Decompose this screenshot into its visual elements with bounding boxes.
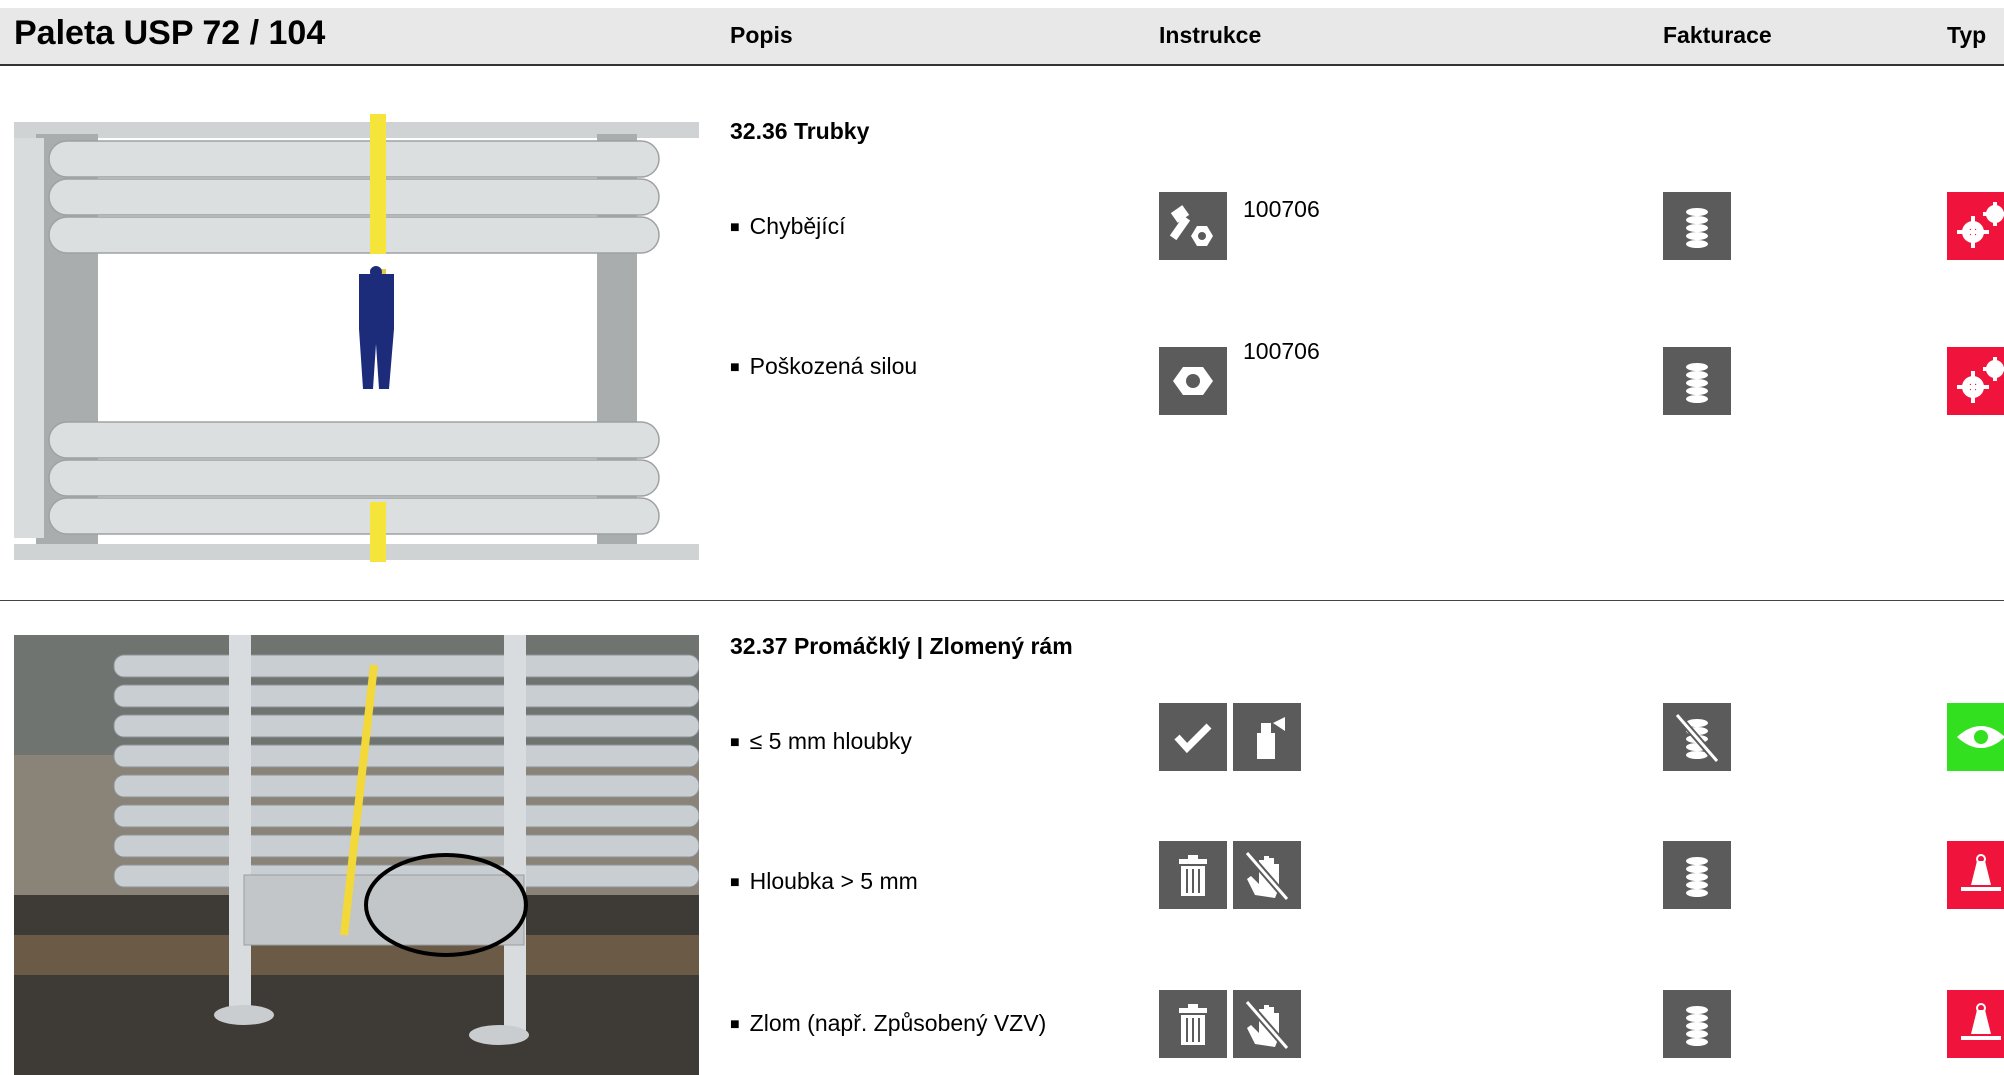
- gears-icon: [1947, 192, 2004, 260]
- coins-icon: [1663, 192, 1731, 260]
- eye-icon: [1947, 703, 2004, 771]
- damaged-frame-photo: [14, 635, 699, 1075]
- item-label: ■ Chybějící: [730, 213, 846, 239]
- no-hand-icon: [1233, 990, 1301, 1058]
- weight-icon: [1947, 990, 2004, 1058]
- coins-icon: [1663, 347, 1731, 415]
- section-title: 32.36 Trubky: [730, 118, 870, 144]
- coins-icon: [1663, 990, 1731, 1058]
- damaged-nut-icon: [1159, 347, 1227, 415]
- no-coins-icon: [1663, 703, 1731, 771]
- trash-icon: [1159, 990, 1227, 1058]
- column-header-fakturace: Fakturace: [1663, 22, 1772, 48]
- header-divider: [0, 64, 2004, 66]
- column-header-typ: Typ: [1947, 22, 1987, 48]
- trash-icon: [1159, 841, 1227, 909]
- item-label: ■ Zlom (např. Způsobený VZV): [730, 1010, 1047, 1036]
- column-header-instrukce: Instrukce: [1159, 22, 1262, 48]
- checkmark-icon: [1159, 703, 1227, 771]
- pallet-diagram-image: [14, 114, 699, 564]
- weight-icon: [1947, 841, 2004, 909]
- article-code: 100706: [1243, 196, 1320, 222]
- section-divider: [0, 600, 2004, 601]
- coins-icon: [1663, 841, 1731, 909]
- column-header-popis: Popis: [730, 22, 793, 48]
- item-label: ■ ≤ 5 mm hloubky: [730, 728, 912, 754]
- bolt-nut-icon: [1159, 192, 1227, 260]
- page-title: Paleta USP 72 / 104: [14, 14, 326, 52]
- gears-icon: [1947, 347, 2004, 415]
- item-label: ■ Poškozená silou: [730, 353, 918, 379]
- item-label: ■ Hloubka > 5 mm: [730, 868, 918, 894]
- article-code: 100706: [1243, 338, 1320, 364]
- spray-can-icon: [1233, 703, 1301, 771]
- section-title: 32.37 Promáčklý | Zlomený rám: [730, 633, 1073, 659]
- no-hand-icon: [1233, 841, 1301, 909]
